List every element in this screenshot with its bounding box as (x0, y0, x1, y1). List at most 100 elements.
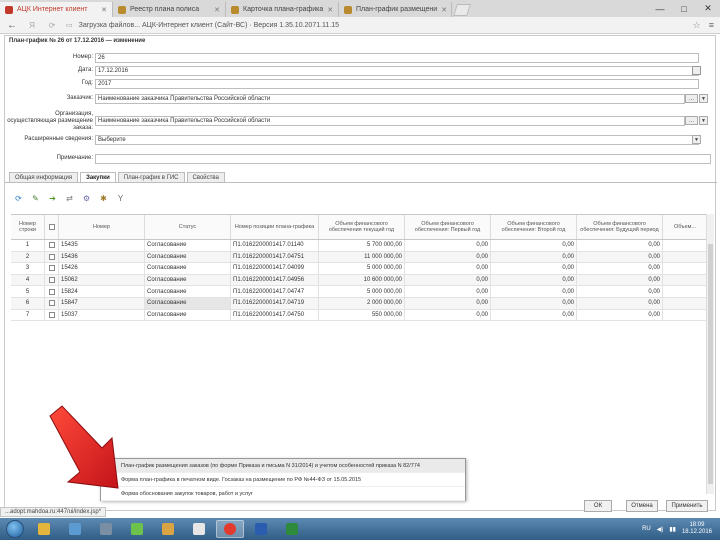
column-header[interactable]: Объем... (663, 215, 708, 239)
yandex-icon[interactable]: Я (26, 21, 38, 30)
table-row[interactable]: 6 15847 Согласование П1.0162200001417.04719… (11, 297, 708, 310)
menu-icon[interactable]: ≡ (709, 20, 714, 30)
table-cell: 0,00 (491, 309, 577, 321)
back-arrow-icon[interactable]: ← (6, 20, 18, 31)
filter-icon[interactable]: ✱ (98, 193, 109, 204)
taskbar-app-word[interactable] (247, 520, 275, 538)
extended-select[interactable]: Выберите (95, 135, 699, 145)
close-icon[interactable]: ✕ (101, 6, 107, 14)
taskbar-app-explorer[interactable] (30, 520, 58, 538)
settings-icon[interactable]: ⚙ (81, 193, 92, 204)
field-label: Дата: (78, 67, 93, 73)
move-icon[interactable]: ⇄ (64, 193, 75, 204)
taskbar-app-yandex[interactable] (216, 520, 244, 538)
date-input[interactable]: 17.12.2016 (95, 66, 699, 76)
scroll-thumb[interactable] (708, 244, 713, 484)
chevron-down-icon[interactable]: ▼ (692, 135, 701, 144)
maximize-button[interactable]: □ (672, 0, 696, 17)
column-header[interactable]: Номер (59, 215, 145, 239)
browser-tab-3[interactable]: Карточка плана-графика ✕ (226, 2, 339, 17)
table-cell: 0,00 (491, 286, 577, 297)
print-form-item[interactable]: План-график размещения заказов (по форме… (101, 459, 465, 473)
column-header[interactable]: Номер позиции плана-графика (231, 215, 319, 239)
tab-general[interactable]: Общая информация (9, 172, 79, 182)
browser-tab-1[interactable]: АЦК Интернет клиент ✕ (0, 2, 113, 17)
reload-icon[interactable]: ⟳ (46, 21, 58, 30)
table-cell: П1.0162200001417.04099 (231, 263, 319, 274)
customer-select-button[interactable]: ... (685, 94, 698, 103)
browser-tab-2[interactable]: Реестр плана полиса ✕ (113, 2, 226, 17)
table-row[interactable]: 5 15824 Согласование П1.0162200001417.04747… (11, 286, 708, 298)
bookmark-star-icon[interactable]: ☆ (693, 20, 701, 31)
close-icon[interactable]: ✕ (441, 6, 447, 14)
tab-properties[interactable]: Свойства (186, 172, 225, 182)
start-button[interactable] (6, 520, 24, 538)
row-checkbox[interactable] (48, 253, 55, 260)
column-header[interactable]: Номер строки (11, 215, 45, 239)
new-tab-button[interactable] (453, 4, 471, 16)
clock[interactable]: 18:09 18.12.2016 (682, 522, 712, 536)
edit-icon[interactable]: ✎ (30, 193, 41, 204)
column-header[interactable]: Статус (145, 215, 231, 239)
column-header[interactable]: Объем финансового обеспечения: Первый го… (405, 215, 491, 239)
number-input[interactable]: 26 (95, 53, 699, 63)
table-cell: 5 000 000,00 (319, 286, 405, 297)
dialog-buttons: ОК (584, 500, 612, 512)
funnel-icon[interactable]: Y (115, 193, 126, 204)
browser-tab-4[interactable]: План-график размещени ✕ (339, 2, 452, 17)
row-checkbox[interactable] (48, 311, 55, 318)
column-header[interactable]: Объем финансового обеспечения текущий го… (319, 215, 405, 239)
table-cell: 4 (11, 274, 45, 286)
ok-button[interactable]: ОК (584, 500, 612, 512)
year-input[interactable]: 2017 (95, 79, 699, 89)
organization-select-button[interactable]: ... (685, 116, 698, 125)
taskbar-app-folder[interactable] (154, 520, 182, 538)
add-icon[interactable]: ➔ (47, 193, 58, 204)
column-header[interactable] (45, 215, 59, 239)
table-cell: 0,00 (405, 240, 491, 251)
table-row[interactable]: 2 15436 Согласование П1.0162200001417.04751… (11, 251, 708, 264)
volume-icon[interactable]: ◀) (657, 526, 664, 533)
taskbar-app-network[interactable] (61, 520, 89, 538)
table-row[interactable]: 4 15062 Согласование П1.0162200001417.04956… (11, 274, 708, 287)
note-input[interactable] (95, 154, 711, 164)
print-form-item[interactable]: Форма обоснования закупок товаров, работ… (101, 487, 465, 501)
close-window-button[interactable]: ✕ (696, 0, 720, 17)
cancel-button[interactable]: Отмена (626, 500, 658, 512)
column-header[interactable]: Объем финансового обеспечения: Второй го… (491, 215, 577, 239)
row-checkbox[interactable] (48, 265, 55, 272)
organization-input[interactable]: Наименование заказчика Правительства Рос… (95, 116, 685, 126)
minimize-button[interactable]: — (648, 0, 672, 17)
row-checkbox[interactable] (48, 300, 55, 307)
column-header[interactable]: Объем финансового обеспечения: Будущий п… (577, 215, 663, 239)
row-checkbox-cell (45, 274, 59, 286)
table-cell: 15062 (59, 274, 145, 286)
close-icon[interactable]: ✕ (214, 6, 220, 14)
print-form-item[interactable]: Форма план-графика в печатном виде. Госз… (101, 473, 465, 487)
refresh-icon[interactable]: ⟳ (13, 193, 24, 204)
taskbar-app-paint[interactable] (123, 520, 151, 538)
calendar-icon[interactable] (692, 66, 701, 75)
close-icon[interactable]: ✕ (327, 6, 333, 14)
taskbar-app-skype[interactable] (185, 520, 213, 538)
table-row[interactable]: 1 15435 Согласование П1.0162200001417.01140… (11, 240, 708, 252)
tab-gis[interactable]: План-график в ГИС (117, 172, 185, 182)
select-all-checkbox[interactable] (48, 224, 55, 230)
chevron-down-icon[interactable]: ▼ (699, 116, 708, 125)
grid-scrollbar[interactable] (706, 214, 714, 494)
chevron-down-icon[interactable]: ▼ (699, 94, 708, 103)
language-indicator[interactable]: RU (642, 526, 651, 532)
folder-icon (162, 523, 174, 535)
table-row[interactable]: 7 15037 Согласование П1.0162200001417.04750… (11, 309, 708, 322)
row-checkbox[interactable] (48, 242, 55, 249)
customer-input[interactable]: Наименование заказчика Правительства Рос… (95, 94, 685, 104)
row-checkbox[interactable] (48, 277, 55, 284)
apply-button[interactable]: Применить (666, 500, 708, 512)
table-row[interactable]: 3 15426 Согласование П1.0162200001417.04099… (11, 263, 708, 275)
excel-icon (286, 523, 298, 535)
url-field[interactable]: ▭ Загрузка файлов... АЦК-Интернет клиент… (66, 19, 685, 32)
taskbar-app-calc[interactable] (92, 520, 120, 538)
network-tray-icon[interactable]: ▮▮ (669, 526, 676, 533)
taskbar-app-excel[interactable] (278, 520, 306, 538)
row-checkbox[interactable] (48, 288, 55, 295)
